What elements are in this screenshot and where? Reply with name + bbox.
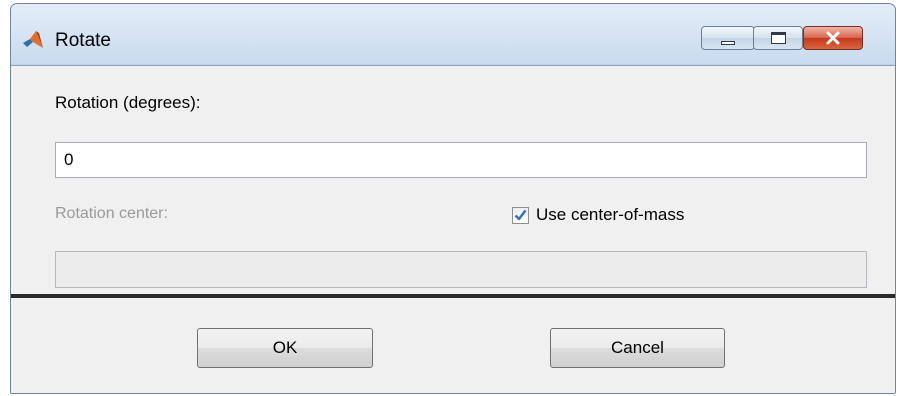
button-bar: OK Cancel bbox=[11, 298, 895, 393]
checkbox-box[interactable] bbox=[512, 206, 529, 224]
checkmark-icon bbox=[514, 209, 527, 221]
title-bar[interactable]: Rotate bbox=[11, 4, 895, 64]
rotation-center-label: Rotation center: bbox=[55, 205, 168, 222]
minimize-button[interactable] bbox=[701, 26, 755, 50]
window-title: Rotate bbox=[55, 30, 111, 51]
matlab-logo-icon bbox=[23, 31, 43, 48]
close-icon bbox=[826, 31, 840, 45]
ok-button[interactable]: OK bbox=[197, 328, 373, 368]
maximize-icon bbox=[770, 32, 786, 44]
dialog-body: Rotation (degrees): Rotation center: Use… bbox=[11, 65, 895, 294]
rotate-dialog: Rotate Rotation (degrees): Rotation cent… bbox=[10, 3, 896, 394]
use-center-of-mass-label: Use center-of-mass bbox=[536, 205, 685, 224]
cancel-button[interactable]: Cancel bbox=[550, 328, 725, 368]
close-button[interactable] bbox=[803, 26, 863, 50]
use-center-of-mass-checkbox[interactable]: Use center-of-mass bbox=[512, 205, 684, 225]
rotation-center-input bbox=[55, 251, 867, 288]
rotation-label: Rotation (degrees): bbox=[55, 93, 201, 112]
minimize-icon bbox=[721, 41, 735, 45]
rotation-input[interactable] bbox=[55, 142, 867, 178]
maximize-button[interactable] bbox=[753, 26, 803, 50]
